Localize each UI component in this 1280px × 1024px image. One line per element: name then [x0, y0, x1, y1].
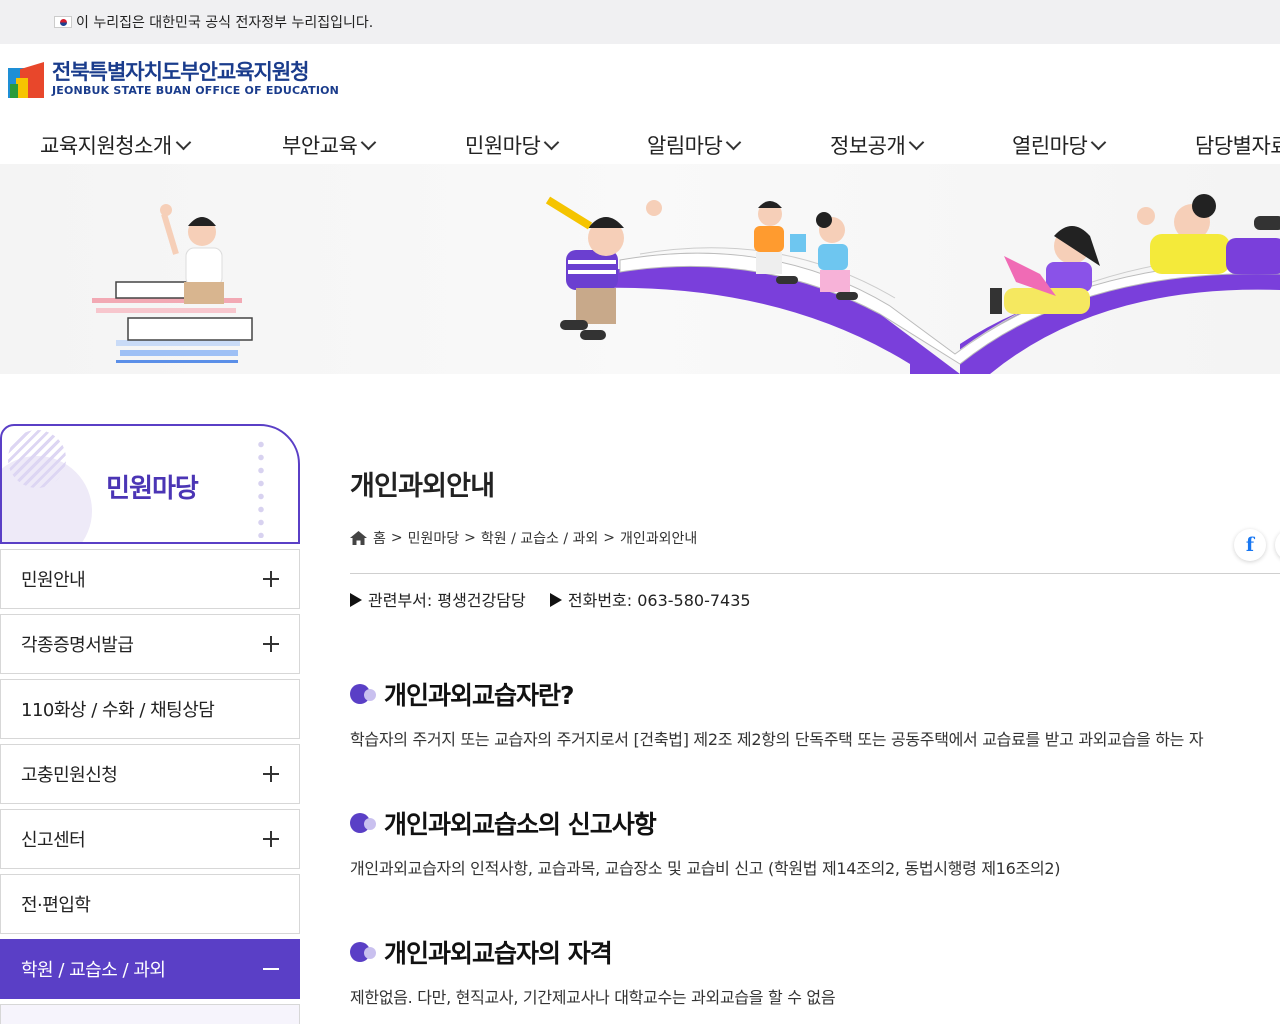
section-title-text: 개인과외교습자의 자격: [384, 939, 613, 968]
home-icon[interactable]: [350, 531, 367, 545]
lnb-item-label: 고충민원신청: [21, 765, 118, 786]
chevron-down-icon: [175, 134, 192, 150]
section-text: 제한없음. 다만, 현직교사, 기간제교사나 대학교수는 과외교습을 할 수 없…: [350, 988, 836, 1007]
breadcrumb-separator: >: [390, 530, 403, 546]
gov-notice-text: 이 누리집은 대한민국 공식 전자정부 누리집입니다.: [76, 15, 374, 31]
gov-notice-bar: 이 누리집은 대한민국 공식 전자정부 누리집입니다.: [0, 0, 1280, 44]
department-info: 관련부서: 평생건강담당 전화번호: 063-580-7435: [350, 587, 751, 611]
section-title-text: 개인과외교습자란?: [384, 681, 575, 710]
chevron-down-icon: [544, 134, 560, 150]
lnb-item-certificates[interactable]: 각종증명서발급: [0, 614, 300, 674]
chevron-down-icon: [726, 134, 742, 150]
gnb-item-education[interactable]: 부안교육: [282, 130, 377, 160]
gnb-item-materials[interactable]: 담당별자료: [1195, 130, 1280, 160]
logo-mark-icon: [8, 58, 46, 100]
bullet-icon: [350, 941, 378, 963]
lnb-item-label: 민원안내: [21, 570, 86, 591]
lnb-item-report-center[interactable]: 신고센터: [0, 809, 300, 869]
chevron-down-icon: [1091, 134, 1107, 150]
gnb-label: 열린마당: [1012, 134, 1088, 158]
gnb-label: 담당별자료: [1195, 134, 1280, 158]
gnb-item-civil[interactable]: 민원마당: [465, 130, 560, 160]
site-header: 전북특별자치도부안교육지원청 JEONBUK STATE BUAN OFFICE…: [0, 44, 1280, 118]
lnb-item-academy[interactable]: 학원 / 교습소 / 과외: [0, 939, 300, 999]
gnb-item-intro[interactable]: 교육지원청소개: [40, 130, 192, 160]
breadcrumb-item[interactable]: 학원 / 교습소 / 과외: [481, 528, 598, 548]
section-title: 개인과외교습자란?: [350, 676, 575, 712]
lnb-item-label: 전·편입학: [21, 895, 91, 916]
plus-icon[interactable]: [263, 766, 279, 782]
chevron-down-icon: [361, 134, 377, 150]
gnb-item-disclosure[interactable]: 정보공개: [830, 130, 925, 160]
lnb-item-grievance[interactable]: 고충민원신청: [0, 744, 300, 804]
triangle-right-icon: [350, 593, 362, 607]
breadcrumb-item[interactable]: 민원마당: [408, 528, 460, 548]
lnb-item-label: 학원 / 교습소 / 과외: [21, 960, 166, 981]
breadcrumb-current: 개인과외안내: [620, 531, 698, 547]
lnb-item-label: 신고센터: [21, 830, 86, 851]
lnb-subitem[interactable]: [0, 1004, 300, 1024]
section-title: 개인과외교습자의 자격: [350, 934, 613, 970]
breadcrumb-home[interactable]: 홈: [373, 528, 386, 548]
gnb-item-open[interactable]: 열린마당: [1012, 130, 1107, 160]
sub-visual-banner: [0, 164, 1280, 374]
facebook-icon: f: [1245, 534, 1255, 556]
department-label: 관련부서: 평생건강담당: [368, 591, 526, 610]
gnb-label: 알림마당: [647, 134, 723, 158]
breadcrumb: 홈 > 민원마당 > 학원 / 교습소 / 과외 > 개인과외안내: [350, 528, 697, 548]
minus-icon[interactable]: [263, 961, 279, 977]
plus-icon[interactable]: [263, 636, 279, 652]
lnb-header: 민원마당: [0, 424, 300, 544]
site-logo[interactable]: 전북특별자치도부안교육지원청 JEONBUK STATE BUAN OFFICE…: [8, 58, 339, 100]
bullet-icon: [350, 683, 378, 705]
chevron-down-icon: [909, 134, 925, 150]
logo-name-en: JEONBUK STATE BUAN OFFICE OF EDUCATION: [52, 84, 340, 97]
triangle-right-icon: [549, 593, 562, 607]
section-title-text: 개인과외교습소의 신고사항: [384, 810, 657, 839]
gnb-label: 정보공개: [830, 134, 906, 158]
lnb-item-civil-guide[interactable]: 민원안내: [0, 549, 300, 609]
content-divider: [350, 573, 1280, 574]
section-text: 학습자의 주거지 또는 교습자의 주거지로서 [건축법] 제2조 제2항의 단독…: [350, 730, 1204, 749]
gnb-label: 부안교육: [282, 134, 358, 158]
share-button[interactable]: [1275, 529, 1280, 561]
main-nav: 교육지원청소개 부안교육 민원마당 알림마당 정보공개 열린마당 담당별자료: [0, 118, 1280, 164]
phone-label: 전화번호: 063-580-7435: [567, 591, 751, 610]
banner-illustration: [92, 194, 1280, 374]
breadcrumb-separator: >: [603, 530, 616, 546]
gnb-label: 교육지원청소개: [40, 134, 172, 158]
section-text: 개인과외교습자의 인적사항, 교습과목, 교습장소 및 교습비 신고 (학원법 …: [350, 859, 1061, 878]
gnb-label: 민원마당: [465, 134, 541, 158]
lnb-item-transfer[interactable]: 전·편입학: [0, 874, 300, 934]
lnb-item-label: 각종증명서발급: [21, 635, 134, 656]
section-title: 개인과외교습소의 신고사항: [350, 805, 657, 841]
plus-icon[interactable]: [263, 571, 279, 587]
facebook-share-button[interactable]: f: [1234, 529, 1266, 561]
breadcrumb-separator: >: [464, 530, 476, 546]
lnb-item-110-consult[interactable]: 110화상 / 수화 / 채팅상담: [0, 679, 300, 739]
plus-icon[interactable]: [263, 831, 279, 847]
korea-flag-icon: [54, 16, 72, 28]
lnb-title: 민원마당: [106, 473, 199, 504]
page-title: 개인과외안내: [350, 471, 495, 502]
logo-name-ko: 전북특별자치도부안교육지원청: [52, 60, 309, 84]
bullet-icon: [350, 812, 378, 834]
gnb-item-notice[interactable]: 알림마당: [647, 130, 742, 160]
lnb-item-label: 110화상 / 수화 / 채팅상담: [21, 700, 215, 721]
